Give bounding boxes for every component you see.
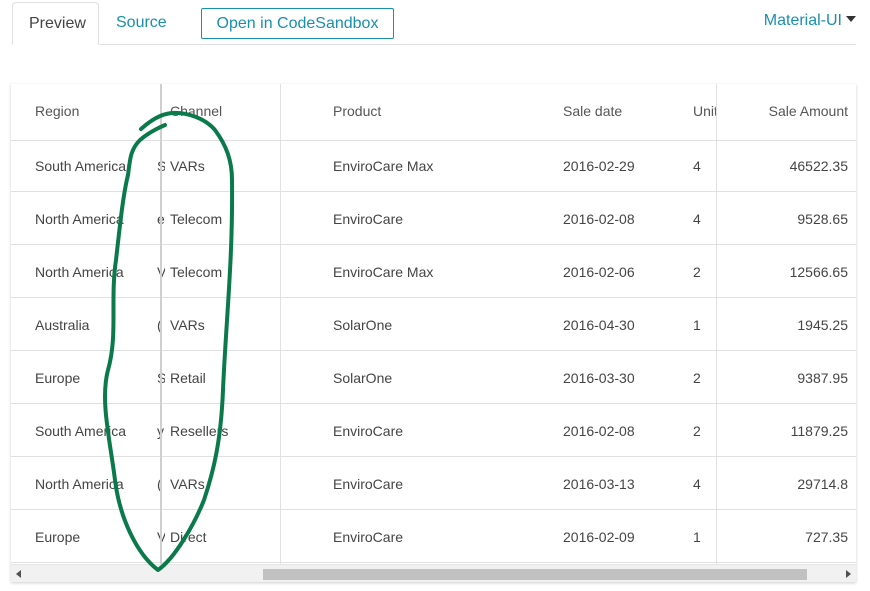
cell-sale-date: 2016-02-09 [563,529,635,545]
caret-down-icon [846,16,856,22]
cell-sale-date: 2016-02-06 [563,264,635,280]
cell-product: SolarOne [333,370,393,386]
column-header-product[interactable]: Product [333,84,553,140]
tab-source[interactable]: Source [100,2,180,43]
cell-region: Europe [35,529,81,545]
cell-sale-amount: 727.35 [805,529,848,545]
cell-sale-date: 2016-03-13 [563,476,635,492]
column-divider [716,84,717,566]
cell-channel: Telecom [170,264,223,280]
table-row[interactable]: North AmericaVTelecomEnviroCare Max2016-… [11,246,856,298]
cell-sale-date: 2016-04-30 [563,317,635,333]
cell-product: EnviroCare [333,211,404,227]
grid-header: Region Channel Product Sale date Unit Sa… [11,84,856,141]
table-row[interactable]: Australia(VARsSolarOne2016-04-3011945.25 [11,299,856,351]
cell-sale-date: 2016-02-29 [563,158,635,174]
cell-sale-amount: 12566.65 [789,264,848,280]
cell-sale-date: 2016-02-08 [563,423,635,439]
horizontal-scrollbar[interactable] [11,564,856,582]
cell-units: 4 [693,476,701,492]
cell-channel: VARs [170,317,205,333]
cell-sale-date: 2016-02-08 [563,211,635,227]
cell-region: North America [35,264,124,280]
column-header-sale-date[interactable]: Sale date [563,84,683,140]
cell-units: 2 [693,370,701,386]
cell-sale-amount: 9528.65 [797,211,848,227]
data-grid: Region Channel Product Sale date Unit Sa… [11,84,856,582]
cell-region: North America [35,476,124,492]
column-header-units[interactable]: Unit [693,84,717,140]
cell-units: 1 [693,317,701,333]
table-row[interactable]: EuropeSRetailSolarOne2016-03-3029387.95 [11,352,856,404]
cell-channel: Telecom [170,211,223,227]
table-row[interactable]: EuropeVDirectEnviroCare2016-02-091727.35 [11,511,856,563]
cell-product: SolarOne [333,317,393,333]
tab-preview[interactable]: Preview [12,2,99,45]
arrow-right-icon[interactable] [846,570,851,578]
frozen-column-divider[interactable] [160,84,162,566]
cell-product: EnviroCare [333,529,404,545]
table-row[interactable]: North America(VARsEnviroCare2016-03-1342… [11,458,856,510]
cell-units: 4 [693,211,701,227]
cell-sale-amount: 46522.35 [789,158,848,174]
theme-select[interactable]: Material-UI [764,12,856,30]
open-in-codesandbox-button[interactable]: Open in CodeSandbox [201,8,394,39]
cell-region: Europe [35,370,81,386]
cell-product: EnviroCare [333,476,404,492]
table-row[interactable]: South AmericaSVARsEnviroCare Max2016-02-… [11,140,856,192]
cell-units: 2 [693,264,701,280]
column-divider [280,84,281,566]
cell-sale-amount: 1945.25 [797,317,848,333]
cell-channel: Resellers [170,423,229,439]
column-header-region[interactable]: Region [35,84,160,140]
cell-units: 2 [693,423,701,439]
cell-sale-amount: 9387.95 [797,370,848,386]
cell-channel: Retail [170,370,206,386]
cell-product: EnviroCare Max [333,158,434,174]
cell-sale-amount: 11879.25 [790,423,848,439]
cell-channel: Direct [170,529,207,545]
table-row[interactable]: South AmericayResellersEnviroCare2016-02… [11,405,856,457]
cell-channel: VARs [170,158,205,174]
cell-sale-date: 2016-03-30 [563,370,635,386]
cell-sale-amount: 29714.8 [797,476,848,492]
table-row[interactable]: North AmericaeTelecomEnviroCare2016-02-0… [11,193,856,245]
cell-units: 1 [693,529,701,545]
cell-channel: VARs [170,476,205,492]
cell-region: North America [35,211,124,227]
cell-region: Australia [35,317,90,333]
cell-product: EnviroCare Max [333,264,434,280]
tab-bar: Preview Source Open in CodeSandbox Mater… [12,0,856,45]
cell-region: South America [35,158,127,174]
column-header-sale-amount[interactable]: Sale Amount [717,84,848,140]
scrollbar-thumb[interactable] [263,569,807,580]
arrow-left-icon[interactable] [16,570,21,578]
cell-region: South America [35,423,127,439]
theme-select-label: Material-UI [763,12,842,29]
cell-product: EnviroCare [333,423,404,439]
column-header-channel[interactable]: Channel [170,84,280,140]
cell-units: 4 [693,158,701,174]
